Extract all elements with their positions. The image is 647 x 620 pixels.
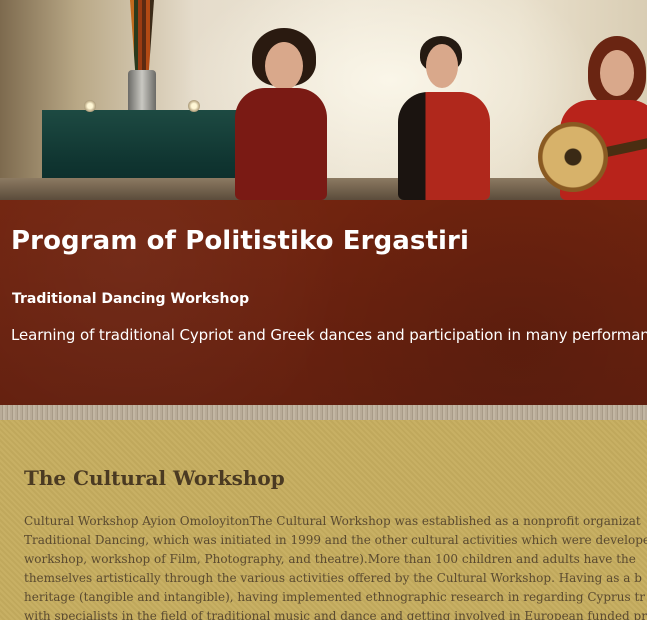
candle-right <box>188 100 200 112</box>
body-line: workshop, workshop of Film, Photography,… <box>24 552 636 566</box>
body-line: Cultural Workshop Ayion OmoloyitonThe Cu… <box>24 514 641 528</box>
section-body: Cultural Workshop Ayion OmoloyitonThe Cu… <box>24 512 647 620</box>
program-description: Learning of traditional Cypriot and Gree… <box>11 326 647 344</box>
hero-photo <box>0 0 647 200</box>
section-divider <box>0 405 647 420</box>
body-line: heritage (tangible and intangible), havi… <box>24 590 645 604</box>
candle-left <box>84 100 96 112</box>
body-line: Traditional Dancing, which was initiated… <box>24 533 647 547</box>
vase <box>128 70 156 115</box>
body-line: themselves artistically through the vari… <box>24 571 642 585</box>
page-title: Program of Politistiko Ergastiri <box>11 226 469 256</box>
body-line: with specialists in the field of traditi… <box>24 609 647 620</box>
program-subtitle: Traditional Dancing Workshop <box>12 291 250 307</box>
section-heading: The Cultural Workshop <box>24 466 285 490</box>
guitar <box>538 122 608 192</box>
